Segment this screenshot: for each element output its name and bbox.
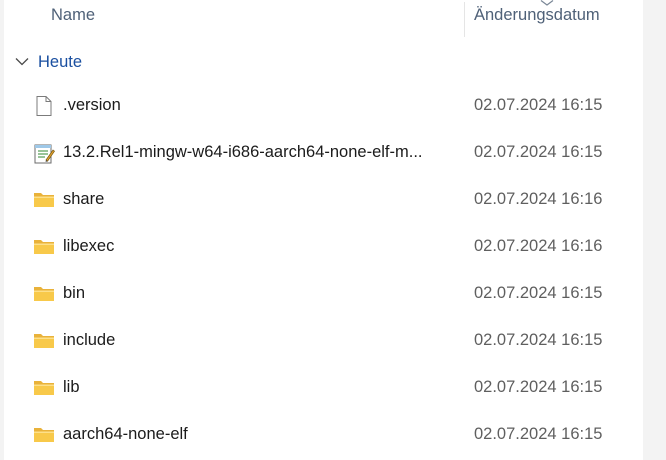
column-divider[interactable] xyxy=(464,2,465,37)
group-label: Heute xyxy=(38,53,83,71)
file-row[interactable]: bin 02.07.2024 16:15 xyxy=(4,274,643,314)
file-row[interactable]: lib 02.07.2024 16:15 xyxy=(4,368,643,408)
file-row[interactable]: include 02.07.2024 16:15 xyxy=(4,321,643,361)
file-modified-date: 02.07.2024 16:15 xyxy=(474,96,603,114)
file-name: .version xyxy=(63,96,121,114)
group-header-today[interactable]: Heute xyxy=(4,48,643,78)
column-header-row: Name Änderungsdatum xyxy=(4,0,643,37)
scrollbar-track[interactable] xyxy=(643,0,666,460)
file-list-pane: Name Änderungsdatum Heute .version 02.07.… xyxy=(0,0,666,460)
file-row[interactable]: share 02.07.2024 16:16 xyxy=(4,180,643,220)
folder-icon xyxy=(33,236,55,258)
file-modified-date: 02.07.2024 16:15 xyxy=(474,331,603,349)
file-modified-date: 02.07.2024 16:15 xyxy=(474,425,603,443)
file-icon xyxy=(33,95,55,117)
file-modified-date: 02.07.2024 16:16 xyxy=(474,190,603,208)
text-document-icon xyxy=(33,142,55,164)
chevron-down-icon xyxy=(15,58,29,66)
file-name: lib xyxy=(63,378,80,396)
file-row[interactable]: .version 02.07.2024 16:15 xyxy=(4,86,643,126)
file-modified-date: 02.07.2024 16:15 xyxy=(474,143,603,161)
folder-icon xyxy=(33,330,55,352)
file-name: share xyxy=(63,190,105,208)
file-modified-date: 02.07.2024 16:16 xyxy=(474,237,603,255)
folder-icon xyxy=(33,377,55,399)
file-row[interactable]: libexec 02.07.2024 16:16 xyxy=(4,227,643,267)
folder-icon xyxy=(33,283,55,305)
file-name: aarch64-none-elf xyxy=(63,425,188,443)
file-name: bin xyxy=(63,284,86,302)
column-header-date[interactable]: Änderungsdatum xyxy=(474,6,600,25)
folder-icon xyxy=(33,424,55,446)
file-name: include xyxy=(63,331,116,349)
file-modified-date: 02.07.2024 16:15 xyxy=(474,284,603,302)
file-name: 13.2.Rel1-mingw-w64-i686-aarch64-none-el… xyxy=(63,143,423,161)
folder-icon xyxy=(33,189,55,211)
file-row[interactable]: aarch64-none-elf 02.07.2024 16:15 xyxy=(4,415,643,455)
column-header-name[interactable]: Name xyxy=(51,6,95,25)
file-name: libexec xyxy=(63,237,115,255)
file-modified-date: 02.07.2024 16:15 xyxy=(474,378,603,396)
file-row[interactable]: 13.2.Rel1-mingw-w64-i686-aarch64-none-el… xyxy=(4,133,643,173)
